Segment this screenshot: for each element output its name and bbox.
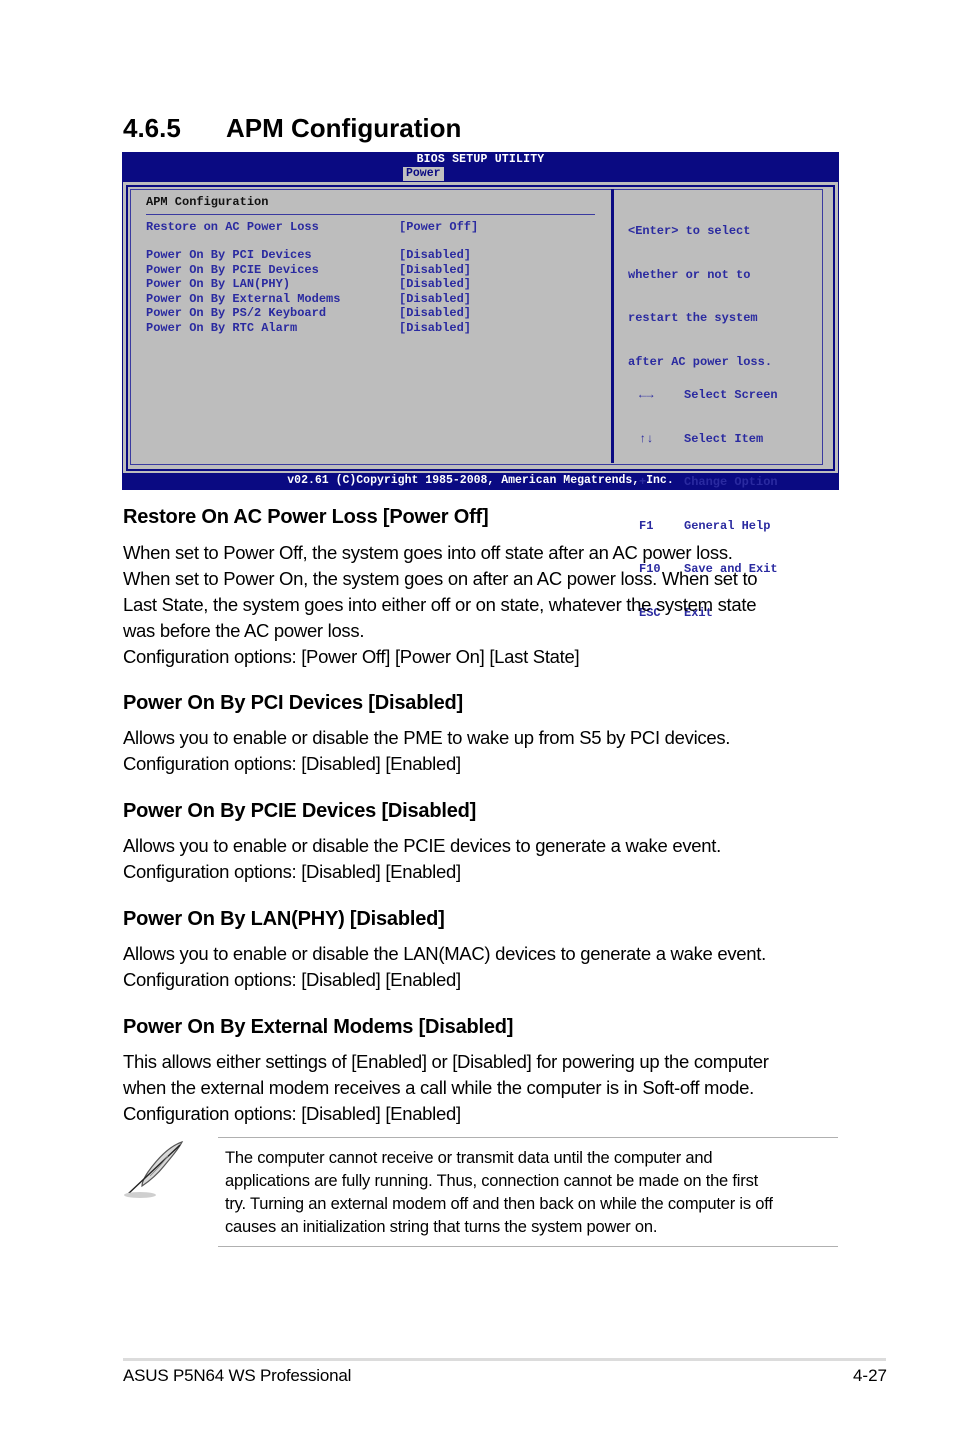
note-rule-bottom [218,1246,838,1247]
subsection-heading: Restore On AC Power Loss [Power Off] [123,506,489,528]
bios-item-pcie-value[interactable]: [Disabled] [399,263,471,278]
bios-item-rtc-value[interactable]: [Disabled] [399,321,471,336]
bios-item-modems-label[interactable]: Power On By External Modems [146,292,340,307]
body-line: was before the AC power loss. [123,620,365,641]
left-right-arrows-icon: ←→ [639,388,654,402]
bios-panel-title: APM Configuration [146,195,269,209]
bios-tab-power[interactable]: Power [403,167,444,181]
footer-rule [123,1358,886,1361]
subsection-body: When set to Power Off, the system goes i… [123,540,843,670]
body-line: Configuration options: [Disabled] [Enabl… [123,753,461,774]
body-line: Configuration options: [Disabled] [Enabl… [123,861,461,882]
bios-item-lan-value[interactable]: [Disabled] [399,277,471,292]
body-line: Allows you to enable or disable the PME … [123,727,731,748]
body-line: when the external modem receives a call … [123,1077,754,1098]
bios-title: BIOS SETUP UTILITY [416,153,545,166]
footer-product: ASUS P5N64 WS Professional [123,1366,352,1385]
up-down-arrows-icon: ↑↓ [639,431,654,446]
body-line: When set to Power Off, the system goes i… [123,542,733,563]
bios-screen: BIOS SETUP UTILITY Power APM Configurati… [122,152,839,620]
section-title: APM Configuration [226,113,462,143]
bios-item-pci-value[interactable]: [Disabled] [399,248,471,263]
section-number: 4.6.5 [123,113,181,143]
body-line: Configuration options: [Disabled] [Enabl… [123,1103,461,1124]
footer-page-number: 4-27 [852,1366,887,1385]
note-line: causes an initialization string that tur… [225,1218,658,1236]
key-row: F1 General Help [639,519,778,534]
note-rule-top [218,1137,838,1138]
note-text: The computer cannot receive or transmit … [225,1147,835,1239]
bios-item-modems-value[interactable]: [Disabled] [399,292,471,307]
key-row: ←→ Select Screen [639,388,778,403]
subsection-heading: Power On By PCIE Devices [Disabled] [123,800,477,822]
key-label: F1 [639,518,654,533]
note-line: try. Turning an external modem off and t… [225,1195,773,1213]
bios-item-pcie-label[interactable]: Power On By PCIE Devices [146,263,319,278]
subsection-body: Allows you to enable or disable the PME … [123,725,843,777]
body-line: This allows either settings of [Enabled]… [123,1051,769,1072]
subsection-body: This allows either settings of [Enabled]… [123,1049,843,1127]
note-line: The computer cannot receive or transmit … [225,1149,713,1167]
body-line: Last State, the system goes into either … [123,594,757,615]
bios-item-restore-ac-label[interactable]: Restore on AC Power Loss [146,220,319,235]
key-action: Select Item [684,431,764,446]
bios-item-lan-label[interactable]: Power On By LAN(PHY) [146,277,290,292]
feather-pen-icon [120,1138,190,1200]
bios-panel-rule [146,214,595,215]
body-line: Allows you to enable or disable the PCIE… [123,835,721,856]
subsection-heading: Power On By PCI Devices [Disabled] [123,692,463,714]
help-line: <Enter> to select [628,224,751,238]
bios-item-rtc-label[interactable]: Power On By RTC Alarm [146,321,297,336]
subsection-heading: Power On By External Modems [Disabled] [123,1016,514,1038]
bios-item-restore-ac-value[interactable]: [Power Off] [399,220,478,235]
bios-item-pci-label[interactable]: Power On By PCI Devices [146,248,312,263]
subsection-body: Allows you to enable or disable the PCIE… [123,833,843,885]
subsection-heading: Power On By LAN(PHY) [Disabled] [123,908,445,930]
bios-body: APM Configuration Restore on AC Power Lo… [123,182,838,620]
bios-item-ps2-label[interactable]: Power On By PS/2 Keyboard [146,306,326,321]
subsection-body: Allows you to enable or disable the LAN(… [123,941,843,993]
body-line: Configuration options: [Disabled] [Enabl… [123,969,461,990]
body-line: When set to Power On, the system goes on… [123,568,758,589]
bios-footer: v02.61 (C)Copyright 1985-2008, American … [287,474,674,487]
note-line: applications are fully running. Thus, co… [225,1172,758,1190]
body-line: Configuration options: [Power Off] [Powe… [123,646,580,667]
key-row: ↑↓ Select Item [639,432,778,447]
help-line: whether or not to [628,267,751,282]
key-action: Select Screen [684,388,778,402]
key-action: General Help [684,518,771,533]
body-line: Allows you to enable or disable the LAN(… [123,943,766,964]
section-heading: 4.6.5 APM Configuration [123,113,461,144]
bios-item-ps2-value[interactable]: [Disabled] [399,306,471,321]
help-line: restart the system [628,311,758,325]
